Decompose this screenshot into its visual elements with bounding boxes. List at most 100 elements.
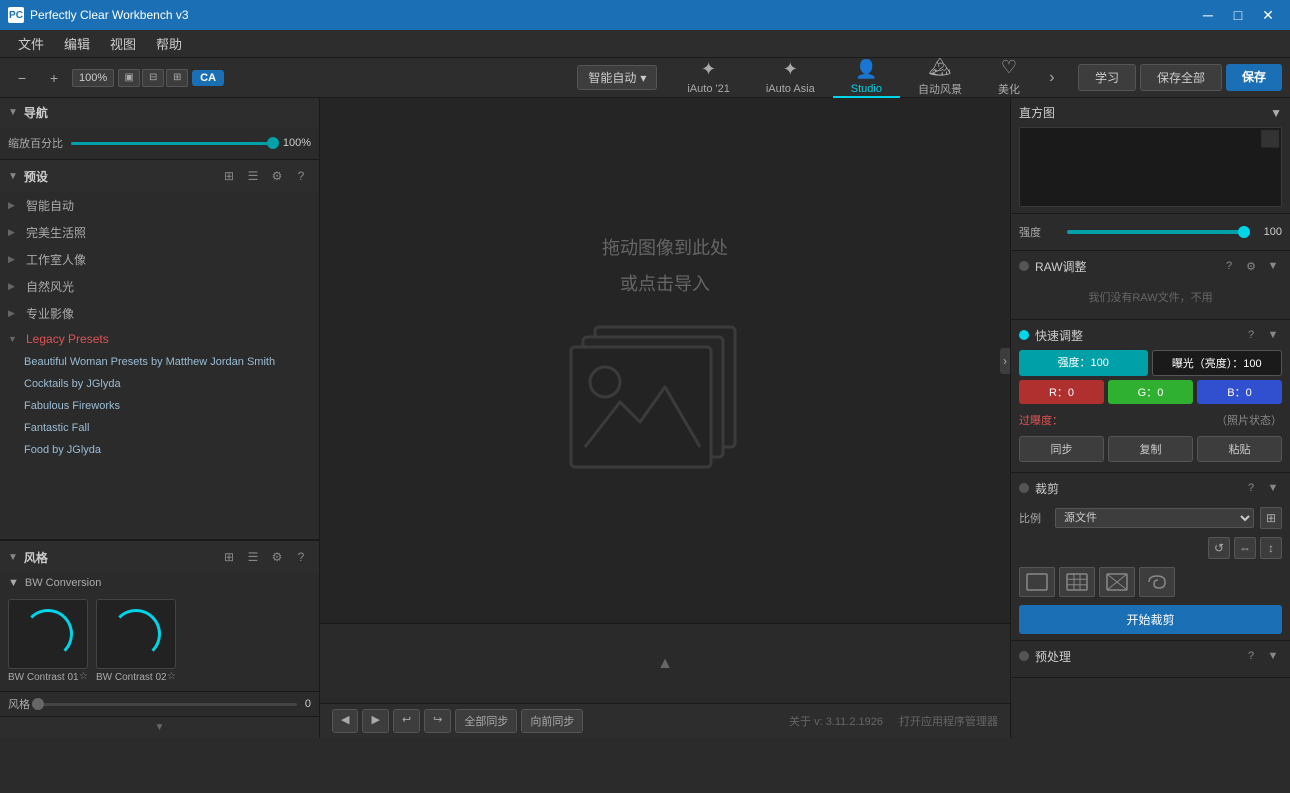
- filmstrip-up-arrow[interactable]: ▲: [649, 651, 681, 677]
- preset-item-fabulous-fireworks[interactable]: Fabulous Fireworks: [0, 395, 319, 417]
- crop-collapse[interactable]: ▼: [1264, 479, 1282, 497]
- canvas-area[interactable]: 拖动图像到此处 或点击导入 ›: [320, 98, 1010, 623]
- ca-button[interactable]: CA: [192, 70, 224, 86]
- presets-list-view[interactable]: ☰: [243, 166, 263, 186]
- crop-flip-h[interactable]: ⇔: [1234, 537, 1256, 559]
- styles-section-header[interactable]: ▼ 风格 ⊞ ☰ ⚙ ?: [0, 541, 319, 573]
- preset-item-life[interactable]: ▶ 完美生活照: [0, 219, 319, 246]
- minus-button[interactable]: −: [8, 64, 36, 92]
- menu-view[interactable]: 视图: [100, 30, 146, 57]
- preset-item-cocktails[interactable]: Cocktails by JGlyda: [0, 373, 319, 395]
- qa-help[interactable]: ?: [1242, 326, 1260, 344]
- styles-help[interactable]: ?: [291, 547, 311, 567]
- right-panel-collapse[interactable]: ›: [1000, 348, 1010, 374]
- sync-button[interactable]: 同步: [1019, 436, 1104, 462]
- qa-strength-exposure-row: 强度：100 曝光（亮度）：100: [1019, 350, 1282, 376]
- crop-grid-spiral[interactable]: [1139, 567, 1175, 597]
- left-panel-collapse-icon[interactable]: ▼: [155, 722, 165, 733]
- style-bw01-star[interactable]: ☆: [79, 671, 88, 682]
- styles-grid-view[interactable]: ⊞: [219, 547, 239, 567]
- copy-button[interactable]: 复制: [1108, 436, 1193, 462]
- qa-strength-button[interactable]: 强度：100: [1019, 350, 1148, 376]
- paste-button[interactable]: 粘贴: [1197, 436, 1282, 462]
- undo-button[interactable]: ↩: [393, 709, 420, 733]
- close-button[interactable]: ✕: [1254, 5, 1282, 25]
- strength-slider[interactable]: [1067, 230, 1244, 234]
- minimize-button[interactable]: ─: [1194, 5, 1222, 25]
- preset-item-fantastic-fall[interactable]: Fantastic Fall: [0, 417, 319, 439]
- menu-file[interactable]: 文件: [8, 30, 54, 57]
- view-single[interactable]: ▣: [118, 69, 140, 87]
- strength-slider-thumb[interactable]: [1238, 226, 1250, 238]
- crop-grid-none-icon: [1025, 572, 1049, 592]
- smart-auto-button[interactable]: 智能自动 ▾: [577, 65, 657, 90]
- raw-settings[interactable]: ⚙: [1242, 257, 1260, 275]
- tab-iauto21[interactable]: ✦ iAuto '21: [669, 58, 747, 98]
- crop-help[interactable]: ?: [1242, 479, 1260, 497]
- histogram-collapse[interactable]: ▼: [1270, 106, 1282, 120]
- crop-ratio-select[interactable]: 源文件: [1055, 508, 1254, 528]
- nav-prev-button[interactable]: ◀: [332, 709, 358, 733]
- style-bw02-star[interactable]: ☆: [167, 671, 176, 682]
- styles-expand-sub[interactable]: ▼: [8, 577, 19, 589]
- preset-item-nature[interactable]: ▶ 自然风光: [0, 273, 319, 300]
- presets-help[interactable]: ?: [291, 166, 311, 186]
- raw-help[interactable]: ?: [1220, 257, 1238, 275]
- menu-help[interactable]: 帮助: [146, 30, 192, 57]
- sync-all-button[interactable]: 全部同步: [455, 709, 517, 733]
- styles-settings[interactable]: ⚙: [267, 547, 287, 567]
- view-compare[interactable]: ⊞: [166, 69, 188, 87]
- crop-rotate-ccw[interactable]: ↺: [1208, 537, 1230, 559]
- tab-beautify[interactable]: ♡ 美化: [980, 58, 1038, 98]
- preset-item-smart-auto[interactable]: ▶ 智能自动: [0, 192, 319, 219]
- presets-section-header[interactable]: ▼ 预设 ⊞ ☰ ⚙ ?: [0, 160, 319, 192]
- tab-studio[interactable]: 👤 Studio: [833, 58, 900, 98]
- tab-landscape[interactable]: 🏔 自动风景: [900, 58, 980, 98]
- tab-iauto-asia[interactable]: ✦ iAuto Asia: [748, 58, 833, 98]
- nav-section-header[interactable]: ▼ 导航: [0, 98, 319, 127]
- qa-collapse[interactable]: ▼: [1264, 326, 1282, 344]
- crop-grid-phi[interactable]: [1099, 567, 1135, 597]
- qa-r-button[interactable]: R：0: [1019, 380, 1104, 404]
- start-crop-button[interactable]: 开始裁剪: [1019, 605, 1282, 634]
- learn-button[interactable]: 学习: [1078, 64, 1136, 91]
- tabs-more-button[interactable]: ›: [1038, 58, 1066, 98]
- styles-list-view[interactable]: ☰: [243, 547, 263, 567]
- plus-button[interactable]: +: [40, 64, 68, 92]
- style-bw-contrast02[interactable]: BW Contrast 02 ☆: [96, 599, 176, 683]
- preset-item-legacy[interactable]: ▼ Legacy Presets: [0, 327, 319, 351]
- qa-exposure-button[interactable]: 曝光（亮度）：100: [1152, 350, 1283, 376]
- save-all-button[interactable]: 保存全部: [1140, 64, 1222, 91]
- preset-item-pro[interactable]: ▶ 专业影像: [0, 300, 319, 327]
- zoom-slider[interactable]: [71, 142, 273, 145]
- sync-forward-button[interactable]: 向前同步: [521, 709, 583, 733]
- presets-grid-view[interactable]: ⊞: [219, 166, 239, 186]
- zoom-slider-thumb[interactable]: [267, 137, 279, 149]
- menu-edit[interactable]: 编辑: [54, 30, 100, 57]
- style-bw-contrast01[interactable]: BW Contrast 01 ☆: [8, 599, 88, 683]
- preset-item-studio[interactable]: ▶ 工作室人像: [0, 246, 319, 273]
- preprocess-help[interactable]: ?: [1242, 647, 1260, 665]
- preset-item-beautiful-woman[interactable]: Beautiful Woman Presets by Matthew Jorda…: [0, 351, 319, 373]
- crop-flip-v[interactable]: ↕: [1260, 537, 1282, 559]
- preset-item-food[interactable]: Food by JGlyda: [0, 439, 319, 461]
- crop-square-icon[interactable]: ⊞: [1260, 507, 1282, 529]
- app-manager-link[interactable]: 打开应用程序管理器: [899, 713, 998, 729]
- redo-button[interactable]: ↪: [424, 709, 451, 733]
- styles-tools: ⊞ ☰ ⚙ ?: [219, 547, 311, 567]
- maximize-button[interactable]: □: [1224, 5, 1252, 25]
- qa-g-button[interactable]: G：0: [1108, 380, 1193, 404]
- qa-b-button[interactable]: B：0: [1197, 380, 1282, 404]
- crop-grid-3x3[interactable]: [1059, 567, 1095, 597]
- style-strength-thumb[interactable]: [32, 698, 44, 710]
- preprocess-collapse[interactable]: ▼: [1264, 647, 1282, 665]
- style-strength-slider[interactable]: [38, 703, 297, 706]
- presets-settings[interactable]: ⚙: [267, 166, 287, 186]
- crop-grid-none[interactable]: [1019, 567, 1055, 597]
- raw-collapse[interactable]: ▼: [1264, 257, 1282, 275]
- preset-beautiful-woman-label: Beautiful Woman Presets by Matthew Jorda…: [24, 356, 275, 368]
- landscape-icon: 🏔: [929, 57, 952, 78]
- save-button[interactable]: 保存: [1226, 64, 1282, 91]
- view-split[interactable]: ⊟: [142, 69, 164, 87]
- nav-next-button[interactable]: ▶: [362, 709, 388, 733]
